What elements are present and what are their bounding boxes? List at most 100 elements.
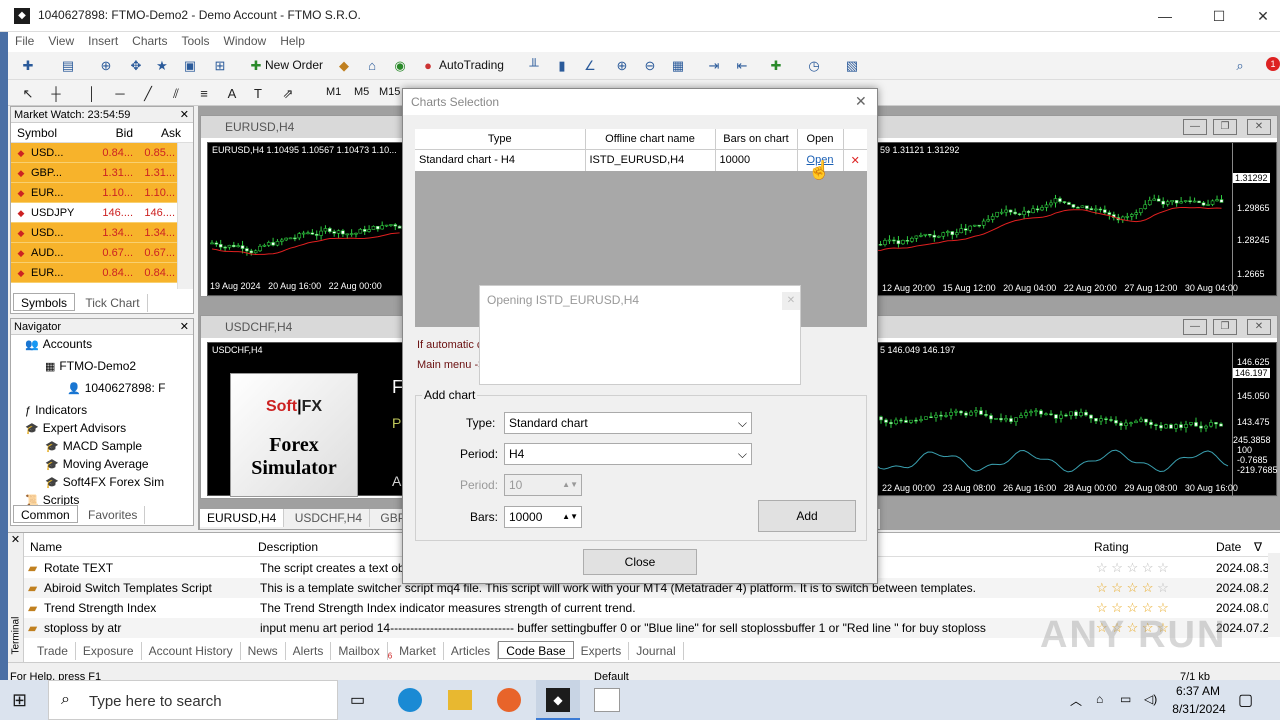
market-watch-icon[interactable]: ⊕ bbox=[96, 56, 116, 76]
menu-file[interactable]: File bbox=[8, 32, 41, 50]
dialog-close-icon[interactable]: ✕ bbox=[855, 93, 867, 110]
market-watch-row[interactable]: ◆ USD... 0.84... 0.85... bbox=[11, 143, 177, 163]
period-select[interactable]: H4 ⌵ bbox=[504, 443, 752, 465]
chart-close-icon[interactable]: ✕ bbox=[1247, 319, 1271, 335]
chart-tab-usdchf[interactable]: USDCHF,H4 bbox=[288, 509, 371, 527]
chart-window-gbpusd[interactable]: — ❐ ✕ 59 1.31121 1.31292 1.31292 1.29865… bbox=[870, 115, 1278, 297]
label-icon[interactable]: T bbox=[248, 84, 268, 104]
col-offline-name[interactable]: Offline chart name bbox=[585, 129, 716, 149]
chart-tab-eurusd[interactable]: EURUSD,H4 bbox=[200, 509, 285, 527]
col-symbol[interactable]: Symbol bbox=[11, 123, 73, 142]
indicators-icon[interactable]: ✚ bbox=[766, 56, 786, 76]
codebase-scrollbar[interactable] bbox=[1268, 553, 1280, 637]
chart-canvas[interactable]: USDCHF,H4 Soft|FX Forex Simulator F P A bbox=[207, 342, 407, 497]
chart-minimize-icon[interactable]: — bbox=[1183, 119, 1207, 135]
chart-window-usdchf[interactable]: USDCHF,H4 USDCHF,H4 Soft|FX Forex Simula… bbox=[200, 315, 408, 499]
display-icon[interactable]: ▭ bbox=[1120, 692, 1131, 706]
tab-mailbox[interactable]: Mailbox bbox=[331, 642, 388, 660]
menu-insert[interactable]: Insert bbox=[81, 32, 125, 50]
firefox-icon[interactable] bbox=[497, 688, 521, 712]
crosshair-icon[interactable]: ┼ bbox=[46, 84, 66, 104]
nav-account-1040627898[interactable]: 👤 1040627898: F bbox=[67, 381, 165, 395]
cursor-icon[interactable]: ↖ bbox=[18, 84, 38, 104]
chart-canvas[interactable]: 59 1.31121 1.31292 1.31292 1.29865 1.282… bbox=[871, 142, 1277, 297]
signals-icon[interactable]: ⌂ bbox=[362, 56, 382, 76]
col-name[interactable]: Name bbox=[30, 540, 62, 554]
bars-stepper[interactable]: 10000 ▲▼ bbox=[504, 506, 582, 528]
col-description[interactable]: Description bbox=[258, 540, 318, 554]
zoom-in-icon[interactable]: ⊕ bbox=[612, 56, 632, 76]
tab-experts[interactable]: Experts bbox=[574, 642, 630, 660]
autotrading-icon[interactable]: ● bbox=[418, 56, 438, 76]
tab-trade[interactable]: Trade bbox=[30, 642, 76, 660]
tab-news[interactable]: News bbox=[241, 642, 286, 660]
tab-market[interactable]: Market bbox=[392, 642, 444, 660]
chart-canvas[interactable]: 5 146.049 146.197 146.625 146.197 145.05… bbox=[871, 342, 1278, 497]
new-chart-icon[interactable]: ✚ bbox=[18, 56, 38, 76]
close-button[interactable]: Close bbox=[583, 549, 697, 575]
new-order-button[interactable]: New Order bbox=[265, 58, 323, 72]
col-ask[interactable]: Ask bbox=[133, 123, 181, 142]
arrows-icon[interactable]: ⇗ bbox=[278, 84, 298, 104]
chart-shift-icon[interactable]: ⇤ bbox=[732, 56, 752, 76]
market-watch-row[interactable]: ◆ AUD... 0.67... 0.67... bbox=[11, 243, 177, 263]
timeframe-m15[interactable]: M15 bbox=[379, 86, 400, 98]
col-rating[interactable]: Rating bbox=[1094, 540, 1129, 554]
add-button[interactable]: Add bbox=[758, 500, 856, 532]
close-icon[interactable]: ✕ bbox=[180, 319, 193, 335]
market-watch-scrollbar[interactable] bbox=[177, 143, 193, 289]
tab-articles[interactable]: Articles bbox=[444, 642, 499, 660]
forex-simulator-icon[interactable] bbox=[594, 688, 620, 712]
taskbar-time[interactable]: 6:37 AM bbox=[1168, 684, 1228, 698]
chart-close-icon[interactable]: ✕ bbox=[1247, 119, 1271, 135]
col-type[interactable]: Type bbox=[415, 129, 586, 149]
menu-view[interactable]: View bbox=[41, 32, 81, 50]
strategy-tester-icon[interactable]: ⊞ bbox=[210, 56, 230, 76]
market-watch-row[interactable]: ◆ EUR... 1.10... 1.10... bbox=[11, 183, 177, 203]
nav-scripts[interactable]: 📜 Scripts bbox=[25, 493, 79, 505]
sort-icon[interactable]: ∇ bbox=[1254, 540, 1262, 554]
volume-icon[interactable]: ◁) bbox=[1144, 692, 1157, 706]
autotrading-button[interactable]: AutoTrading bbox=[439, 58, 504, 72]
task-view-icon[interactable]: ▭ bbox=[350, 690, 365, 710]
channel-icon[interactable]: ⫽ bbox=[166, 84, 186, 104]
new-order-icon[interactable]: ✚ bbox=[246, 56, 266, 76]
market-watch-row[interactable]: ◆ GBP... 1.31... 1.31... bbox=[11, 163, 177, 183]
line-chart-icon[interactable]: ∠ bbox=[580, 56, 600, 76]
file-explorer-icon[interactable] bbox=[448, 690, 472, 710]
autoscroll-icon[interactable]: ⇥ bbox=[704, 56, 724, 76]
nav-accounts[interactable]: 👥 Accounts bbox=[25, 337, 92, 351]
menu-charts[interactable]: Charts bbox=[125, 32, 174, 50]
taskbar-search[interactable]: ⌕ Type here to search bbox=[48, 680, 338, 720]
edge-icon[interactable] bbox=[398, 688, 422, 712]
close-icon[interactable]: ✕ bbox=[180, 107, 193, 123]
market-watch-row[interactable]: ◆ USD... 1.34... 1.34... bbox=[11, 223, 177, 243]
terminal-icon[interactable]: ▣ bbox=[180, 56, 200, 76]
tab-code-base[interactable]: Code Base bbox=[498, 641, 574, 659]
horizontal-line-icon[interactable]: ─ bbox=[110, 84, 130, 104]
menu-tools[interactable]: Tools bbox=[175, 32, 217, 50]
taskbar-date[interactable]: 8/31/2024 bbox=[1164, 702, 1234, 716]
popup-close-icon[interactable]: ✕ bbox=[782, 292, 800, 310]
col-date[interactable]: Date bbox=[1216, 540, 1241, 554]
table-row[interactable]: Standard chart - H4 ISTD_EURUSD,H4 10000… bbox=[415, 149, 867, 171]
candlestick-icon[interactable]: ▮ bbox=[552, 56, 572, 76]
market-watch-row[interactable]: ◆ EUR... 0.84... 0.84... bbox=[11, 263, 177, 283]
trendline-icon[interactable]: ╱ bbox=[138, 84, 158, 104]
tab-tick-chart[interactable]: Tick Chart bbox=[78, 294, 148, 312]
market-watch-row[interactable]: ◆ USDJPY 146.... 146.... bbox=[11, 203, 177, 223]
search-icon[interactable]: ⌕ bbox=[1230, 56, 1250, 76]
fibonacci-icon[interactable]: ≡ bbox=[194, 84, 214, 104]
col-open[interactable]: Open bbox=[797, 129, 844, 149]
menu-help[interactable]: Help bbox=[273, 32, 312, 50]
menu-window[interactable]: Window bbox=[217, 32, 274, 50]
nav-indicators[interactable]: ƒ Indicators bbox=[25, 403, 87, 417]
data-window-icon[interactable]: ✥ bbox=[126, 56, 146, 76]
chart-restore-icon[interactable]: ❐ bbox=[1213, 119, 1237, 135]
profiles-icon[interactable]: ▤ bbox=[58, 56, 78, 76]
text-icon[interactable]: A bbox=[222, 84, 242, 104]
notification-icon[interactable]: ▢ bbox=[1238, 690, 1253, 710]
tab-alerts[interactable]: Alerts bbox=[286, 642, 332, 660]
col-bars[interactable]: Bars on chart bbox=[715, 129, 798, 149]
zoom-out-icon[interactable]: ⊖ bbox=[640, 56, 660, 76]
